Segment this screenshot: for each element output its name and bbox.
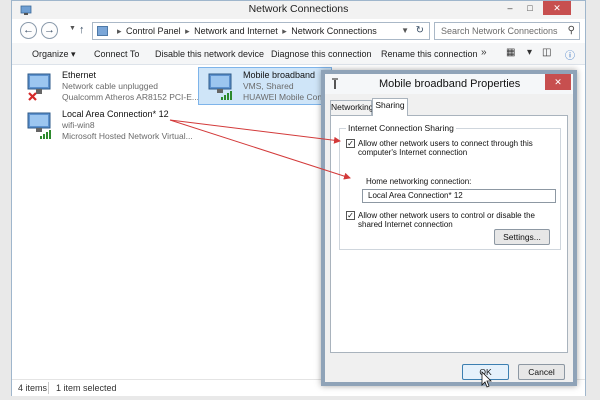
allow-control-checkbox[interactable]: ✓ — [346, 211, 355, 220]
allow-connect-label[interactable]: Allow other network users to connect thr… — [358, 139, 546, 157]
dialog-title: Mobile broadband Properties — [379, 78, 521, 90]
preview-pane-icon[interactable]: ◫ — [542, 47, 551, 58]
refresh-icon: ↻ — [415, 25, 424, 36]
diagnose-connection-button[interactable]: Diagnose this connection — [271, 49, 372, 59]
connection-name: Local Area Connection* 12 — [62, 109, 169, 119]
checkmark-icon: ✓ — [347, 139, 354, 148]
connection-mobile-broadband[interactable]: Mobile broadband VMS, Shared HUAWEI Mobi… — [198, 67, 338, 105]
connect-to-button[interactable]: Connect To — [94, 49, 139, 59]
address-row: ← → ▼ ↑ ▸ Control Panel ▸ Network and In… — [12, 19, 585, 43]
connection-device: Qualcomm Atheros AR8152 PCI-E... — [62, 92, 200, 102]
chevron-right-icon: ▸ — [117, 26, 122, 36]
connection-status: Network cable unplugged — [62, 81, 158, 91]
dialog-titlebar: Mobile broadband Properties ✕ — [325, 74, 573, 94]
ics-groupbox: Internet Connection Sharing ✓ Allow othe… — [339, 123, 561, 250]
checkmark-icon: ✓ — [347, 211, 354, 220]
home-networking-field[interactable]: Local Area Connection* 12 — [362, 189, 556, 203]
dialog-close-button[interactable]: ✕ — [545, 74, 571, 90]
connection-status: wifi-win8 — [62, 120, 95, 130]
breadcrumb-control-panel[interactable]: Control Panel — [126, 26, 181, 36]
chevron-right-icon: ▸ — [185, 26, 190, 36]
connection-status: VMS, Shared — [243, 81, 294, 91]
connection-name: Mobile broadband — [243, 70, 316, 80]
address-bar[interactable]: ▸ Control Panel ▸ Network and Internet ▸… — [92, 22, 430, 40]
cancel-button[interactable]: Cancel — [518, 364, 565, 380]
back-arrow-icon: ← — [23, 24, 34, 36]
connection-ethernet[interactable]: Ethernet Network cable unplugged Qualcom… — [18, 68, 199, 106]
ok-button[interactable]: OK — [462, 364, 509, 380]
connection-device: Microsoft Hosted Network Virtual... — [62, 131, 193, 141]
control-panel-icon — [97, 26, 108, 36]
tab-sharing[interactable]: Sharing — [372, 98, 408, 116]
more-commands-button[interactable]: » — [481, 47, 487, 58]
group-label: Internet Connection Sharing — [346, 123, 456, 133]
allow-connect-checkbox[interactable]: ✓ — [346, 139, 355, 148]
maximize-button[interactable]: □ — [521, 1, 539, 15]
window-titlebar: Network Connections – □ ✕ — [12, 1, 585, 19]
address-dropdown-button[interactable]: ▼ — [401, 26, 409, 35]
view-options-icon[interactable]: ▦ — [506, 47, 515, 58]
signal-icon — [332, 78, 338, 89]
sharing-panel: Internet Connection Sharing ✓ Allow othe… — [330, 115, 568, 353]
allow-control-label[interactable]: Allow other network users to control or … — [358, 211, 546, 229]
disable-device-button[interactable]: Disable this network device — [155, 49, 264, 59]
view-dropdown-icon[interactable]: ▾ — [527, 47, 532, 58]
up-arrow-icon: ↑ — [79, 24, 85, 36]
settings-button[interactable]: Settings... — [494, 229, 550, 245]
breadcrumb: ▸ Control Panel ▸ Network and Internet ▸… — [115, 26, 377, 37]
item-count: 4 items — [18, 383, 48, 393]
search-input[interactable]: Search Network Connections — [441, 26, 558, 36]
organize-menu[interactable]: Organize ▾ — [32, 49, 76, 60]
back-button[interactable]: ← — [20, 22, 37, 39]
close-button[interactable]: ✕ — [543, 1, 571, 15]
command-bar: Organize ▾ Connect To Disable this netwo… — [12, 43, 585, 65]
refresh-button[interactable]: ↻ — [416, 25, 424, 36]
tab-networking[interactable]: Networking — [330, 100, 374, 115]
chevron-right-icon: ▸ — [282, 26, 287, 36]
search-icon: ⚲ — [567, 25, 575, 36]
connection-name: Ethernet — [62, 70, 97, 80]
help-icon[interactable]: ⓘ — [565, 47, 575, 62]
search-box[interactable]: Search Network Connections ⚲ — [434, 22, 580, 40]
mobile-broadband-icon — [208, 73, 232, 100]
breadcrumb-network-connections[interactable]: Network Connections — [291, 26, 377, 36]
status-divider — [48, 382, 49, 394]
breadcrumb-network-and-internet[interactable]: Network and Internet — [194, 26, 278, 36]
minimize-button[interactable]: – — [501, 1, 519, 15]
selection-count: 1 item selected — [56, 383, 117, 393]
forward-arrow-icon: → — [44, 24, 55, 36]
recent-locations-dropdown[interactable]: ▼ — [69, 25, 76, 32]
home-networking-label: Home networking connection: — [366, 177, 472, 186]
connection-local-area-12[interactable]: Local Area Connection* 12 wifi-win8 Micr… — [18, 107, 218, 145]
properties-dialog: Mobile broadband Properties ✕ Networking… — [321, 70, 577, 386]
up-button[interactable]: ↑ — [79, 24, 85, 36]
rename-connection-button[interactable]: Rename this connection — [381, 49, 478, 59]
wireless-adapter-icon — [27, 112, 51, 139]
forward-button[interactable]: → — [41, 22, 58, 39]
ethernet-adapter-icon — [27, 73, 51, 101]
window-title: Network Connections — [248, 3, 349, 15]
